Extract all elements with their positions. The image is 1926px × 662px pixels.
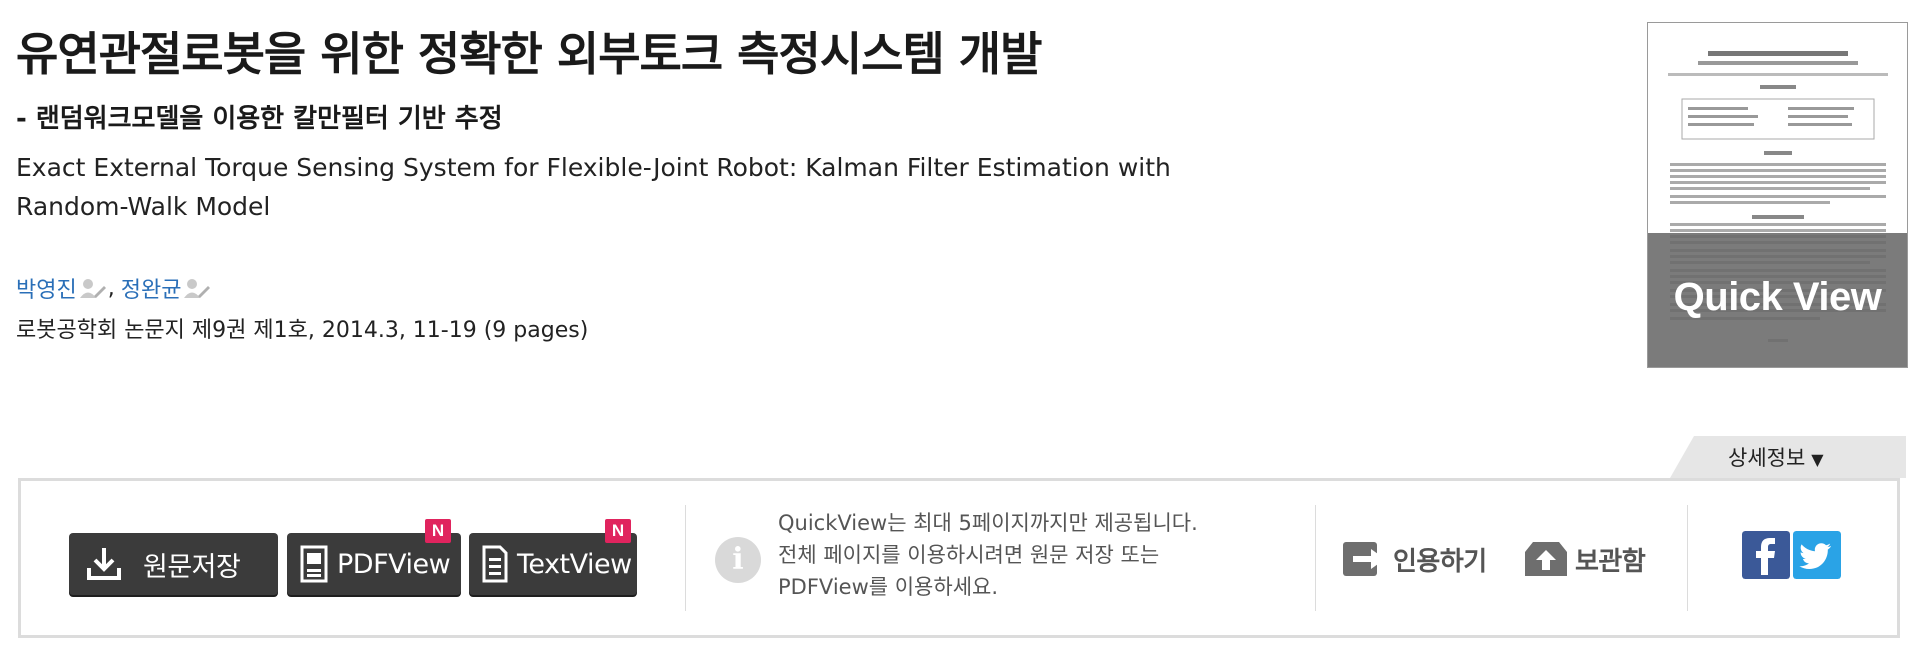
download-original-button[interactable]: 원문저장	[69, 533, 278, 595]
detail-info-label-group: 상세정보 ▼	[1728, 442, 1824, 472]
author-profile-icon[interactable]	[78, 276, 108, 300]
author-link-1[interactable]: 박영진	[16, 272, 77, 304]
article-subtitle: - 랜덤워크모델을 이용한 칼만필터 기반 추정	[16, 104, 503, 134]
journal-info: 로봇공학회 논문지 제9권 제1호, 2014.3, 11-19 (9 page…	[16, 318, 589, 343]
quickview-label: Quick View	[1673, 275, 1882, 319]
quickview-notice-line-2: 전체 페이지를 이용하시려면 원문 저장 또는	[778, 543, 1160, 567]
new-badge: N	[605, 519, 631, 543]
quickview-notice: QuickView는 최대 5페이지까지만 제공됩니다. 전체 페이지를 이용하…	[778, 507, 1198, 603]
caret-down-icon: ▼	[1811, 450, 1824, 469]
quickview-notice-line-1: QuickView는 최대 5페이지까지만 제공됩니다.	[778, 511, 1198, 535]
detail-info-label: 상세정보	[1728, 446, 1806, 470]
new-badge: N	[425, 519, 451, 543]
article-title-english: Exact External Torque Sensing System for…	[16, 153, 1171, 221]
twitter-icon[interactable]	[1793, 531, 1841, 579]
toolbar-divider	[685, 505, 686, 611]
detail-info-tab[interactable]: 상세정보 ▼	[1670, 436, 1906, 478]
author-profile-icon[interactable]	[182, 276, 212, 300]
author-separator: ,	[107, 275, 115, 301]
article-toolbar: 원문저장 PDFView N TextView N i QuickView는 최…	[18, 478, 1900, 638]
author-link-2[interactable]: 정완균	[121, 272, 182, 304]
save-archive-icon	[1525, 542, 1567, 576]
article-title: 유연관절로봇을 위한 정확한 외부토크 측정시스템 개발	[16, 27, 1042, 81]
toolbar-divider	[1687, 505, 1688, 611]
facebook-icon[interactable]	[1742, 531, 1790, 579]
toolbar-divider	[1315, 505, 1316, 611]
pdfview-button[interactable]: PDFView N	[287, 519, 461, 595]
textview-label: TextView	[517, 548, 632, 580]
download-original-label: 원문저장	[143, 551, 241, 583]
author-list: 박영진 , 정완균	[16, 272, 212, 304]
archive-label: 보관함	[1575, 546, 1646, 577]
cite-arrow-icon	[1343, 542, 1385, 576]
pdf-document-icon	[300, 545, 328, 583]
cite-label: 인용하기	[1393, 546, 1487, 577]
pdfview-label: PDFView	[337, 548, 451, 580]
cite-button[interactable]: 인용하기	[1341, 535, 1487, 583]
textview-button[interactable]: TextView N	[469, 519, 637, 595]
download-icon	[87, 548, 121, 580]
quickview-thumbnail[interactable]: Quick View	[1647, 22, 1908, 368]
archive-button[interactable]: 보관함	[1521, 535, 1646, 583]
quickview-notice-line-3: PDFView를 이용하세요.	[778, 575, 999, 599]
info-icon: i	[715, 537, 761, 583]
text-document-icon	[482, 545, 508, 583]
